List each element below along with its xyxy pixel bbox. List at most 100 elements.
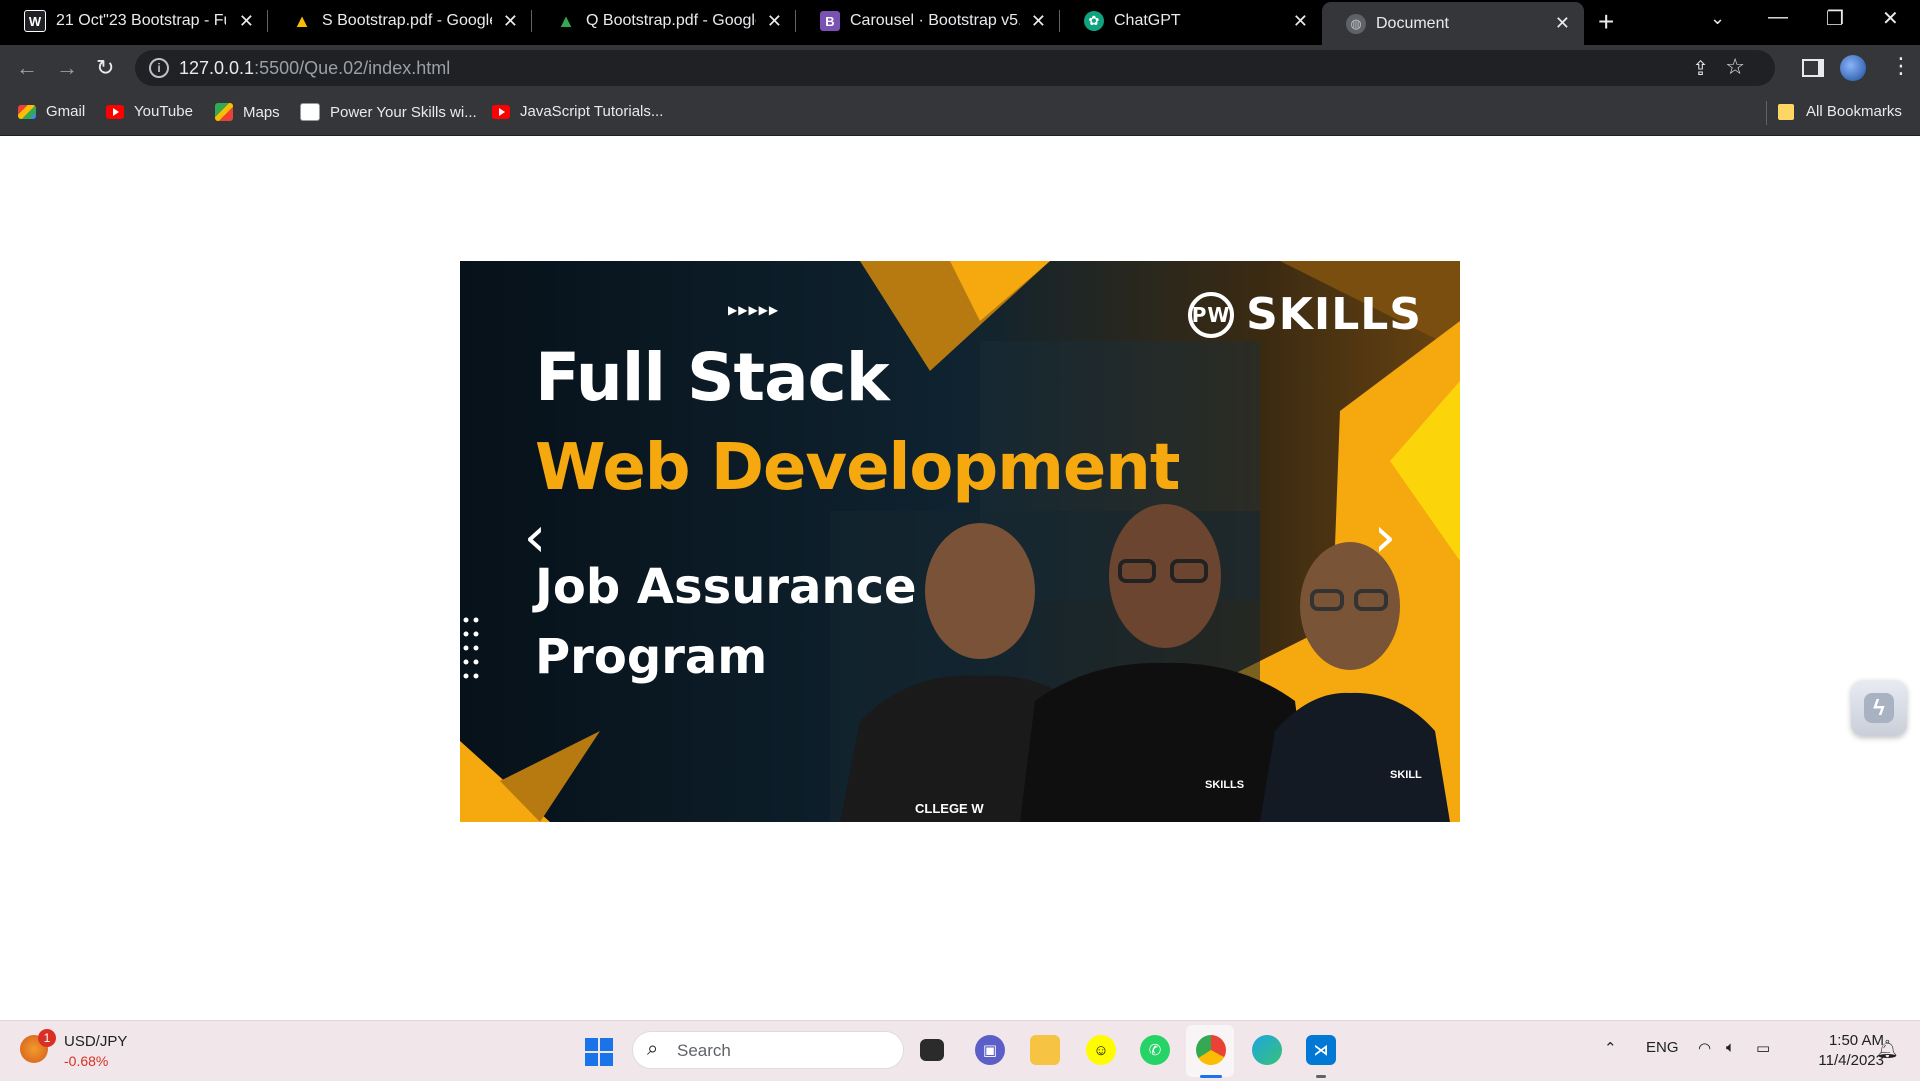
notification-badge: 1	[38, 1029, 56, 1047]
back-arrow-icon[interactable]: ←	[16, 55, 38, 81]
chevron-up-icon[interactable]: ⌃	[1604, 1039, 1617, 1057]
chevron-left-icon: ‹	[523, 505, 547, 570]
volume-icon[interactable]: 🔈︎	[1726, 1039, 1735, 1056]
file-explorer-icon[interactable]	[1030, 1035, 1060, 1065]
folder-icon	[1778, 103, 1794, 120]
forward-arrow-icon[interactable]: →	[56, 55, 78, 81]
whatsapp-icon[interactable]: ✆	[1140, 1035, 1170, 1065]
system-clock[interactable]: 1:50 AM 11/4/2023	[1796, 1031, 1884, 1071]
google-drive-icon: ▲	[557, 10, 575, 31]
new-tab-icon[interactable]: +	[1598, 6, 1614, 38]
shirt-text-left: CLLEGE W	[915, 801, 984, 816]
address-bar[interactable]: i 127.0.0.1:5500/Que.02/index.html ⇪ ☆	[135, 50, 1775, 86]
tab-document[interactable]: ◍ Document ✕	[1322, 2, 1584, 45]
chatgpt-icon: ✿	[1084, 11, 1104, 31]
pw-logo-mark: PW	[1188, 291, 1235, 338]
bookmark-star-icon[interactable]: ☆	[1725, 54, 1745, 80]
battery-icon[interactable]: ▭	[1756, 1039, 1770, 1057]
ticker-symbol: USD/JPY	[64, 1033, 128, 1050]
slide-heading-line4: Program	[535, 629, 768, 685]
tab-q-bootstrap-pdf[interactable]: ▲ Q Bootstrap.pdf - Google D ✕	[532, 0, 796, 42]
chrome-icon[interactable]	[1196, 1035, 1226, 1065]
page-viewport: PW SKILLS ▶▶▶▶▶ Full Stack Web Developme…	[0, 136, 1920, 1020]
shirt-text-right: SKILL	[1390, 769, 1422, 781]
tab-title: Q Bootstrap.pdf - Google D	[586, 12, 756, 29]
tab-title: 21 Oct"23 Bootstrap - Full	[56, 12, 226, 29]
ticker-change: -0.68%	[64, 1053, 109, 1069]
search-icon: ⌕	[647, 1038, 659, 1060]
tab-bootstrap-carousel[interactable]: B Carousel · Bootstrap v5.3 ✕	[796, 0, 1060, 42]
slide-heading-line1: Full Stack	[535, 339, 890, 416]
share-icon[interactable]: ⇪	[1692, 56, 1709, 81]
slide-heading-line2: Web Development	[535, 431, 1180, 505]
youtube-icon	[106, 104, 124, 119]
bookmarks-divider	[1766, 101, 1767, 125]
all-bookmarks-button[interactable]: All Bookmarks	[1778, 103, 1902, 120]
floating-extension-button[interactable]: ϟ	[1851, 680, 1907, 736]
tab-strip: W 21 Oct"23 Bootstrap - Full ✕ ▲ S Boots…	[0, 0, 1920, 45]
decorative-arrows-icon: ▶▶▶▶▶	[728, 303, 780, 317]
tab-bootstrap-full[interactable]: W 21 Oct"23 Bootstrap - Full ✕	[0, 0, 268, 42]
close-icon[interactable]: ✕	[1555, 14, 1570, 32]
wifi-icon[interactable]: ◠	[1698, 1039, 1711, 1057]
bookmark-pw-skills[interactable]: Power Your Skills wi...	[300, 103, 477, 121]
close-icon[interactable]: ✕	[239, 12, 254, 30]
bookmark-gmail[interactable]: Gmail	[18, 103, 85, 120]
bookmark-js-tutorials[interactable]: JavaScript Tutorials...	[492, 103, 663, 120]
decorative-dots-icon	[463, 617, 479, 679]
snapchat-icon[interactable]: ☺	[1086, 1035, 1116, 1065]
tab-title: Document	[1376, 14, 1449, 32]
taskbar-search[interactable]: ⌕ Search	[632, 1031, 904, 1069]
language-indicator[interactable]: ENG	[1646, 1039, 1679, 1056]
chevron-right-icon: ›	[1373, 505, 1397, 570]
teams-chat-icon[interactable]: ▣	[975, 1035, 1005, 1065]
carousel: PW SKILLS ▶▶▶▶▶ Full Stack Web Developme…	[460, 261, 1460, 822]
vscode-icon[interactable]: ⋊	[1306, 1035, 1336, 1065]
bookmark-maps[interactable]: Maps	[215, 103, 280, 121]
windows-taskbar: 1 USD/JPY -0.68% ⌕ Search ▣ ☺ ✆ ⋊ ⌃ ENG …	[0, 1020, 1920, 1081]
tab-title: S Bootstrap.pdf - Google D	[322, 12, 492, 29]
clock-time: 1:50 AM	[1828, 1032, 1884, 1049]
window-close-icon[interactable]: ✕	[1882, 6, 1899, 31]
site-info-icon[interactable]: i	[149, 58, 169, 78]
more-menu-icon[interactable]: ⋮	[1890, 53, 1912, 79]
tab-s-bootstrap-pdf[interactable]: ▲ S Bootstrap.pdf - Google D ✕	[268, 0, 532, 42]
tab-search-chevron-icon[interactable]: ⌄	[1710, 8, 1725, 29]
globe-icon: ◍	[1346, 13, 1366, 34]
url-text[interactable]: 127.0.0.1:5500/Que.02/index.html	[179, 58, 450, 79]
all-bookmarks-label: All Bookmarks	[1806, 103, 1902, 120]
carousel-next-button[interactable]: ›	[1360, 510, 1410, 566]
minimize-icon[interactable]: —	[1768, 6, 1788, 29]
search-placeholder: Search	[677, 1041, 731, 1060]
bookmarks-bar: Gmail YouTube Maps Power Your Skills wi.…	[0, 91, 1920, 136]
notification-bell-icon[interactable]: 🔔︎	[1876, 1039, 1899, 1060]
pw-icon	[300, 103, 320, 121]
bootstrap-icon: B	[820, 11, 840, 31]
side-panel-icon[interactable]	[1802, 59, 1824, 77]
carousel-prev-button[interactable]: ‹	[510, 510, 560, 566]
maps-icon	[215, 103, 233, 121]
slide-heading-line3: Job Assurance	[535, 559, 917, 615]
close-icon[interactable]: ✕	[503, 12, 518, 30]
bookmark-youtube[interactable]: YouTube	[106, 103, 193, 120]
youtube-icon	[492, 104, 510, 119]
tab-title: Carousel · Bootstrap v5.3	[850, 12, 1020, 29]
bookmark-label: Maps	[243, 103, 280, 121]
close-icon[interactable]: ✕	[767, 12, 782, 30]
bookmark-label: Gmail	[46, 103, 86, 120]
restore-icon[interactable]: ❐	[1826, 6, 1844, 31]
task-view-icon[interactable]	[920, 1039, 944, 1061]
vscode-running-indicator	[1316, 1075, 1326, 1078]
edge-icon[interactable]	[1252, 1035, 1282, 1065]
profile-avatar[interactable]	[1840, 55, 1866, 81]
browser-toolbar: ← → ↻ i 127.0.0.1:5500/Que.02/index.html…	[0, 45, 1920, 91]
close-icon[interactable]: ✕	[1031, 12, 1046, 30]
tab-chatgpt[interactable]: ✿ ChatGPT ✕	[1060, 0, 1322, 42]
url-path: :5500/Que.02/index.html	[254, 58, 451, 78]
reload-icon[interactable]: ↻	[96, 55, 114, 81]
close-icon[interactable]: ✕	[1293, 12, 1308, 30]
shirt-text-center: SKILLS	[1205, 779, 1245, 791]
chrome-running-indicator	[1200, 1075, 1222, 1078]
bookmark-label: YouTube	[134, 103, 193, 120]
windows-start-icon[interactable]	[585, 1038, 613, 1066]
